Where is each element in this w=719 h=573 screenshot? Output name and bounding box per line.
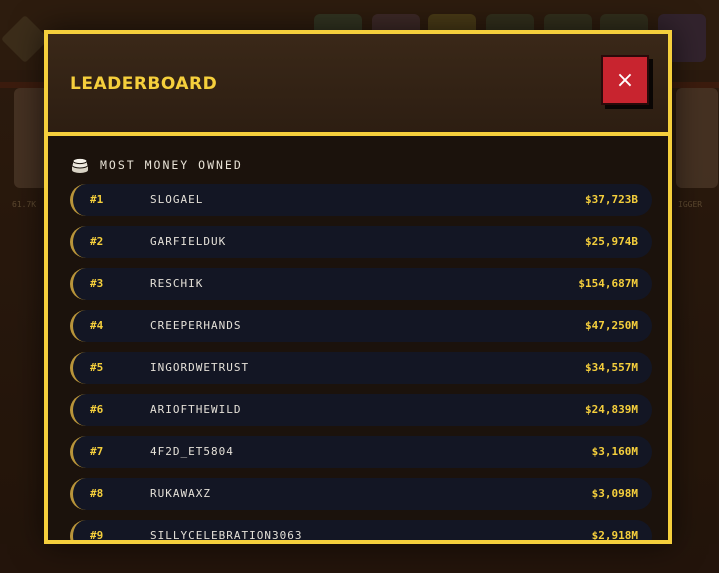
money-amount: $25,974B	[585, 235, 638, 248]
leaderboard-body[interactable]: MOST MONEY OWNED #1 SLOGAEL $37,723B #2 GARF…	[48, 136, 668, 540]
leaderboard-row[interactable]: #6 ARIOFTHEWILD $24,839M	[70, 394, 652, 426]
close-button[interactable]: ×	[601, 55, 649, 105]
leaderboard-row[interactable]: #5 INGORDWETRUST $34,557M	[70, 352, 652, 384]
rank-label: #6	[90, 403, 104, 416]
rank-label: #1	[90, 193, 104, 206]
rank-label: #3	[90, 277, 104, 290]
money-amount: $24,839M	[585, 403, 638, 416]
rank-label: #8	[90, 487, 104, 500]
money-amount: $37,723B	[585, 193, 638, 206]
money-amount: $154,687M	[578, 277, 638, 290]
leaderboard-row[interactable]: #2 GARFIELDUK $25,974B	[70, 226, 652, 258]
money-amount: $34,557M	[585, 361, 638, 374]
leaderboard-row[interactable]: #9 SILLYCELEBRATION3063 $2,918M	[70, 520, 652, 540]
player-name: 4F2D_ET5804	[150, 445, 234, 458]
section-label: MOST MONEY OWNED	[100, 158, 243, 172]
money-amount: $47,250M	[585, 319, 638, 332]
player-name: RESCHIK	[150, 277, 204, 290]
player-name: GARFIELDUK	[150, 235, 227, 248]
player-name: INGORDWETRUST	[150, 361, 250, 374]
leaderboard-modal: LEADERBOARD × MOST MONEY OWNED #1 SLOGAEL…	[44, 30, 672, 544]
modal-header: LEADERBOARD ×	[48, 34, 668, 136]
section-header: MOST MONEY OWNED	[70, 156, 243, 174]
money-amount: $3,160M	[591, 445, 638, 458]
player-name: SILLYCELEBRATION3063	[150, 529, 303, 540]
leaderboard-row[interactable]: #1 SLOGAEL $37,723B	[70, 184, 652, 216]
modal-title: LEADERBOARD	[70, 74, 218, 94]
rank-label: #7	[90, 445, 104, 458]
player-name: ARIOFTHEWILD	[150, 403, 242, 416]
coins-icon	[71, 157, 89, 173]
close-icon: ×	[615, 67, 635, 93]
rank-label: #2	[90, 235, 104, 248]
rank-label: #4	[90, 319, 104, 332]
money-amount: $3,098M	[591, 487, 638, 500]
leaderboard-row[interactable]: #3 RESCHIK $154,687M	[70, 268, 652, 300]
leaderboard-row[interactable]: #4 CREEPERHANDS $47,250M	[70, 310, 652, 342]
money-amount: $2,918M	[591, 529, 638, 540]
leaderboard-row[interactable]: #7 4F2D_ET5804 $3,160M	[70, 436, 652, 468]
rank-label: #9	[90, 529, 104, 540]
player-name: CREEPERHANDS	[150, 319, 242, 332]
rank-label: #5	[90, 361, 104, 374]
player-name: RUKAWAXZ	[150, 487, 211, 500]
player-name: SLOGAEL	[150, 193, 204, 206]
leaderboard-row[interactable]: #8 RUKAWAXZ $3,098M	[70, 478, 652, 510]
